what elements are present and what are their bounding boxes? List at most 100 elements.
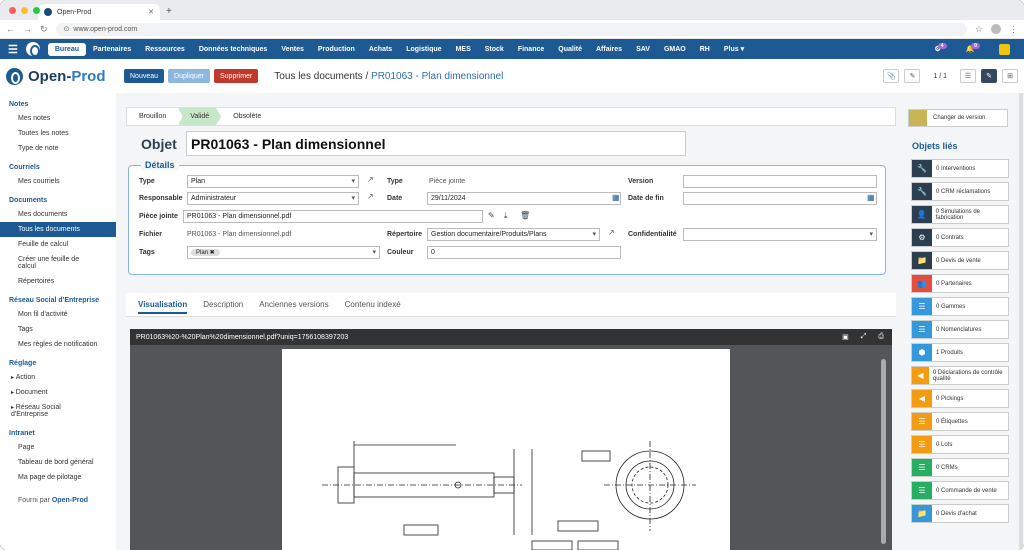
pdf-save-icon[interactable]: ▣ (842, 333, 849, 341)
nav-ressources[interactable]: Ressources (138, 46, 192, 53)
pdf-print-icon[interactable]: ⎙ (878, 333, 884, 341)
related-link[interactable]: 🔧 0 Interventions (911, 159, 1009, 178)
sidebar-item[interactable]: Créer une feuille de calcul (0, 252, 116, 274)
trash-icon[interactable]: 🗑 (520, 211, 530, 220)
sidebar-item[interactable]: Tags (0, 322, 116, 337)
type-select[interactable]: Plan (187, 175, 359, 188)
nav-partenaires[interactable]: Partenaires (86, 46, 138, 53)
browser-tab[interactable]: Open-Prod ✕ (38, 4, 160, 20)
site-info-icon[interactable]: ⊙ (64, 25, 70, 33)
menu-dots-icon[interactable]: ⋮ (1009, 24, 1018, 35)
brand-logo[interactable]: Open- Prod (6, 67, 124, 85)
form-view-icon[interactable]: ✎ (981, 69, 997, 83)
reload-icon[interactable]: ↻ (40, 24, 48, 35)
external-link-icon[interactable]: ↗ (367, 192, 374, 201)
attachment-icon[interactable]: 📎 (883, 69, 900, 83)
tab-description[interactable]: Description (203, 300, 243, 309)
sidebar-item[interactable]: Mon fil d'activité (0, 307, 116, 322)
version-field[interactable] (683, 175, 877, 188)
sidebar-item[interactable]: Type de note (0, 141, 116, 156)
related-link[interactable]: ⚙ 0 Contrats (911, 228, 1009, 247)
viewer-scrollbar[interactable] (881, 359, 886, 544)
status-step-obsolete[interactable]: Obsolète (221, 108, 273, 125)
tab-contenu-indexe[interactable]: Contenu indexé (345, 300, 401, 309)
sidebar-item[interactable]: Mes courriels (0, 174, 116, 189)
nav-finance[interactable]: Finance (511, 46, 551, 53)
confidentialite-select[interactable] (683, 228, 877, 241)
hierarchy-view-icon[interactable]: ⊞ (1002, 69, 1018, 83)
sidebar-item[interactable]: Action (0, 370, 116, 385)
user-avatar[interactable] (999, 43, 1010, 55)
sidebar-item[interactable]: Mes règles de notification (0, 337, 116, 352)
close-tab-icon[interactable]: ✕ (148, 8, 154, 16)
tag-chip[interactable]: Plan ✖ (191, 249, 220, 256)
nav-gmao[interactable]: GMAO (657, 46, 693, 53)
window-controls[interactable] (9, 7, 40, 14)
sidebar-item[interactable]: Tableau de bord général (0, 455, 116, 470)
sidebar-item[interactable]: Réseau Social d'Entreprise (0, 400, 116, 422)
related-link[interactable]: ⬢ 1 Produits (911, 343, 1009, 362)
footer-link[interactable]: Open-Prod (52, 497, 88, 504)
delete-button[interactable]: Supprimer (214, 69, 259, 83)
related-link[interactable]: ☰ 0 Lots (911, 435, 1009, 454)
sidebar-item[interactable]: Toutes les notes (0, 126, 116, 141)
tab-visualisation[interactable]: Visualisation (138, 300, 188, 314)
calendar-icon[interactable]: ▦ (867, 193, 875, 202)
sidebar-item[interactable]: Mes documents (0, 207, 116, 222)
sidebar-item[interactable]: Page (0, 440, 116, 455)
fullscreen-icon[interactable]: ⤢ (861, 333, 867, 341)
duplicate-button[interactable]: Dupliquer (168, 69, 210, 83)
panel-scrollbar[interactable] (1019, 93, 1023, 550)
external-link-icon[interactable]: ↗ (608, 228, 615, 237)
sidebar-item[interactable]: Mes notes (0, 111, 116, 126)
nav-ventes[interactable]: Ventes (274, 46, 311, 53)
external-link-icon[interactable]: ↗ (367, 175, 374, 184)
nav-logistique[interactable]: Logistique (399, 46, 448, 53)
related-link[interactable]: 👥 0 Partenaires (911, 274, 1009, 293)
related-link[interactable]: ◀ 0 Déclarations de contrôle qualité (911, 366, 1009, 385)
breadcrumb-root[interactable]: Tous les documents (274, 71, 362, 82)
nav-mes[interactable]: MES (449, 46, 478, 53)
related-link[interactable]: ☰ 0 CRMs (911, 458, 1009, 477)
change-version-button[interactable]: Changer de version (908, 109, 1008, 127)
list-view-icon[interactable]: ☰ (960, 69, 976, 83)
repertoire-select[interactable]: Gestion documentaire/Produits/Plans (427, 228, 600, 241)
related-link[interactable]: ☰ 0 Nomenclatures (911, 320, 1009, 339)
calendar-icon[interactable]: ▦ (612, 193, 620, 202)
related-link[interactable]: ◀ 0 Pickings (911, 389, 1009, 408)
nav-donnees-techniques[interactable]: Données techniques (192, 46, 274, 53)
responsable-select[interactable]: Administrateur (187, 192, 359, 205)
sidebar-item[interactable]: Feuille de calcul (0, 237, 116, 252)
nav-affaires[interactable]: Affaires (589, 46, 629, 53)
related-link[interactable]: 👤 0 Simulations de fabrication (911, 205, 1009, 224)
download-icon[interactable]: ⤓ (504, 211, 508, 221)
forward-icon[interactable]: → (23, 24, 32, 34)
nav-qualite[interactable]: Qualité (551, 46, 589, 53)
notification-bell-icon[interactable]: 🔔0 (966, 43, 984, 53)
new-button[interactable]: Nouveau (124, 69, 165, 83)
couleur-field[interactable]: 0 (427, 246, 621, 259)
related-link[interactable]: 🔧 0 CRM réclamations (911, 182, 1009, 201)
sidebar-item[interactable]: Répertoires (0, 274, 116, 289)
object-title-input[interactable]: PR01063 - Plan dimensionnel (186, 131, 686, 156)
nav-rh[interactable]: RH (693, 46, 717, 53)
edit-pencil-icon[interactable]: ✎ (488, 211, 495, 220)
nav-sav[interactable]: SAV (629, 46, 657, 53)
related-link[interactable]: 📁 0 Devis d'achat (911, 504, 1009, 523)
nav-bureau[interactable]: Bureau (47, 42, 86, 56)
related-link[interactable]: ☰ 0 Gammes (911, 297, 1009, 316)
activity-gear-icon[interactable]: ⚙4 (934, 43, 949, 53)
new-tab-icon[interactable]: + (166, 6, 172, 17)
date-field[interactable]: 29/11/2024 (427, 192, 621, 205)
related-link[interactable]: ☰ 0 Commande de vente (911, 481, 1009, 500)
piece-jointe-field[interactable]: PR01063 - Plan dimensionnel.pdf (183, 210, 483, 223)
wand-icon[interactable]: ✎ (904, 69, 921, 83)
nav-production[interactable]: Production (311, 46, 362, 53)
app-logo-icon[interactable] (25, 42, 40, 57)
sidebar-item[interactable]: Ma page de pilotage (0, 470, 116, 485)
nav-plus[interactable]: Plus ▾ (717, 45, 751, 53)
related-link[interactable]: ☰ 0 Étiquettes (911, 412, 1009, 431)
back-icon[interactable]: ← (6, 24, 15, 34)
profile-icon[interactable] (991, 24, 1001, 34)
sidebar-item[interactable]: Document (0, 385, 116, 400)
